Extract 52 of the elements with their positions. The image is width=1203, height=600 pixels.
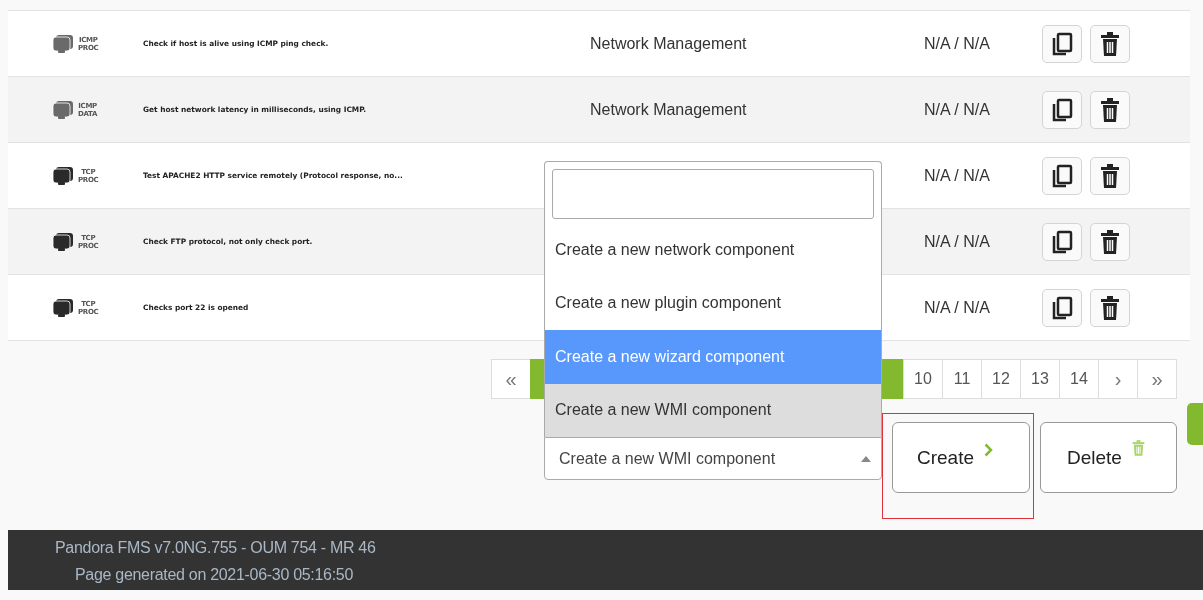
version-text: N/A / N/A	[924, 298, 990, 316]
caret-up-icon	[861, 455, 871, 462]
dropdown-option[interactable]: Create a new network component	[545, 223, 881, 277]
monitor-icon	[52, 33, 74, 54]
delete-button[interactable]	[1090, 156, 1130, 195]
copy-icon	[1051, 295, 1073, 320]
copy-icon	[1051, 163, 1073, 188]
copy-icon	[1051, 229, 1073, 254]
next-page-button[interactable]: ›	[1098, 359, 1138, 399]
duplicate-button[interactable]	[1042, 24, 1082, 63]
footer-text: Pandora FMS v7.0NG.755 - OUM 754 - MR 46	[54, 538, 377, 558]
monitor-icon	[52, 231, 74, 252]
delete-button[interactable]	[1090, 90, 1130, 129]
trash-icon	[1100, 97, 1120, 122]
duplicate-button[interactable]	[1042, 222, 1082, 261]
page-button[interactable]: 13	[1020, 359, 1060, 399]
version-text: N/A / N/A	[924, 100, 990, 118]
trash-icon	[1100, 229, 1120, 254]
duplicate-button[interactable]	[1042, 90, 1082, 129]
page-button[interactable]: 12	[981, 359, 1021, 399]
monitor-icon	[52, 297, 74, 318]
version-text: N/A / N/A	[924, 34, 990, 52]
component-type-select[interactable]: Create a new WMI component	[544, 437, 882, 480]
copy-icon	[1051, 31, 1073, 56]
last-page-button[interactable]: »	[1137, 359, 1177, 399]
delete-button[interactable]	[1090, 222, 1130, 261]
delete-button[interactable]	[1090, 24, 1130, 63]
page-button[interactable]: 14	[1059, 359, 1099, 399]
delete-button[interactable]	[1090, 288, 1130, 327]
group-name: Network Management	[590, 100, 747, 118]
duplicate-button[interactable]	[1042, 156, 1082, 195]
dropdown-option[interactable]: Create a new WMI component	[545, 383, 881, 437]
chevron-right-icon	[984, 442, 994, 457]
monitor-icon	[52, 165, 74, 186]
monitor-icon	[52, 99, 74, 120]
footer-text: Page generated on 2021-06-30 05:16:50	[74, 565, 355, 585]
trash-icon	[1100, 163, 1120, 188]
create-button[interactable]: Create	[892, 422, 1030, 493]
duplicate-button[interactable]	[1042, 288, 1082, 327]
dropdown-option[interactable]: Create a new plugin component	[545, 276, 881, 330]
delete-button[interactable]: Delete	[1040, 422, 1177, 493]
search-field[interactable]	[552, 169, 874, 219]
first-page-button[interactable]: «	[491, 359, 531, 399]
group-name: Network Management	[590, 34, 747, 52]
version-text: N/A / N/A	[924, 166, 990, 184]
trash-icon	[1100, 31, 1120, 56]
version-text: N/A / N/A	[924, 232, 990, 250]
page-button[interactable]: 10	[903, 359, 943, 399]
copy-icon	[1051, 97, 1073, 122]
trash-icon	[1131, 439, 1145, 456]
trash-icon	[1100, 295, 1120, 320]
page-button[interactable]: 11	[942, 359, 982, 399]
